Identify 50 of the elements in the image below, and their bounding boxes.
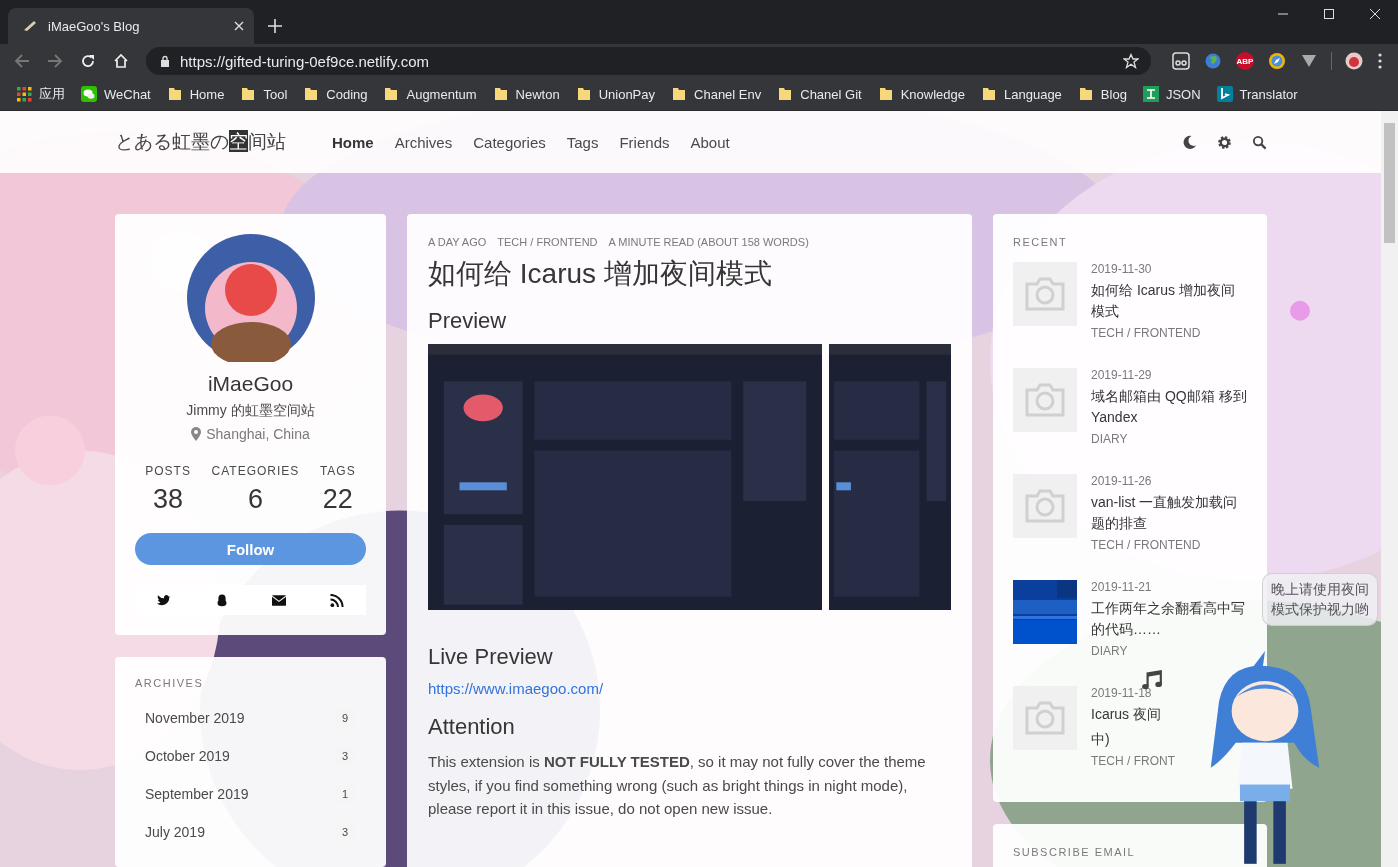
bookmark[interactable]: JSON bbox=[1134, 86, 1209, 102]
folder-icon bbox=[1077, 86, 1094, 102]
folder-icon bbox=[303, 86, 320, 102]
bookmark[interactable]: UnionPay bbox=[567, 86, 664, 102]
adblock-icon[interactable]: ABP bbox=[1236, 52, 1254, 70]
star-icon[interactable] bbox=[1123, 53, 1139, 69]
globe-icon[interactable] bbox=[1204, 52, 1222, 70]
bookmark[interactable]: Translator bbox=[1208, 86, 1306, 102]
lock-icon bbox=[160, 55, 170, 67]
glasses-icon[interactable] bbox=[1172, 52, 1190, 70]
folder-icon bbox=[981, 86, 997, 102]
chat-icon bbox=[81, 86, 97, 102]
home-icon[interactable] bbox=[113, 53, 129, 69]
bookmark[interactable]: WeChat bbox=[73, 86, 159, 102]
back-icon[interactable] bbox=[14, 53, 30, 69]
menu-icon[interactable] bbox=[1378, 53, 1382, 69]
folder-icon bbox=[575, 86, 592, 102]
folder-icon bbox=[240, 86, 257, 102]
compass-icon[interactable] bbox=[1268, 52, 1286, 70]
folder-icon bbox=[166, 86, 183, 102]
folder-icon bbox=[671, 86, 688, 102]
scrollbar[interactable] bbox=[1381, 111, 1398, 867]
maximize-icon[interactable] bbox=[1323, 8, 1335, 20]
folder-icon bbox=[383, 86, 400, 102]
bookmark[interactable]: Augmentum bbox=[375, 86, 485, 102]
bookmark[interactable]: Home bbox=[158, 86, 233, 102]
folder-icon bbox=[492, 86, 509, 102]
close-icon[interactable] bbox=[234, 21, 244, 31]
profile-avatar-icon[interactable] bbox=[1345, 52, 1363, 70]
bookmark[interactable]: Knowledge bbox=[869, 86, 973, 102]
apps-icon bbox=[16, 86, 32, 102]
address-bar[interactable]: https://gifted-turing-0ef9ce.netlify.com bbox=[146, 47, 1151, 75]
close-icon[interactable] bbox=[1369, 8, 1381, 20]
bookmark[interactable]: Blog bbox=[1069, 86, 1135, 102]
page-icon bbox=[22, 18, 38, 34]
bookmark[interactable]: Chanel Env bbox=[663, 86, 770, 102]
new-tab-icon[interactable] bbox=[268, 19, 282, 33]
json-icon bbox=[1142, 86, 1159, 102]
forward-icon[interactable] bbox=[47, 53, 63, 69]
bookmark[interactable]: Tool bbox=[232, 86, 296, 102]
bookmark[interactable]: Language bbox=[973, 86, 1070, 102]
bookmark[interactable]: Newton bbox=[484, 86, 568, 102]
bookmark[interactable]: 应用 bbox=[8, 85, 73, 103]
folder-icon bbox=[777, 86, 794, 102]
folder-icon bbox=[877, 86, 894, 102]
translate-icon bbox=[1216, 86, 1233, 102]
bookmark[interactable]: Chanel Git bbox=[769, 86, 870, 102]
reload-icon[interactable] bbox=[80, 53, 96, 69]
bookmark[interactable]: Coding bbox=[295, 86, 376, 102]
browser-tab[interactable]: iMaeGoo's Blog bbox=[8, 8, 254, 44]
